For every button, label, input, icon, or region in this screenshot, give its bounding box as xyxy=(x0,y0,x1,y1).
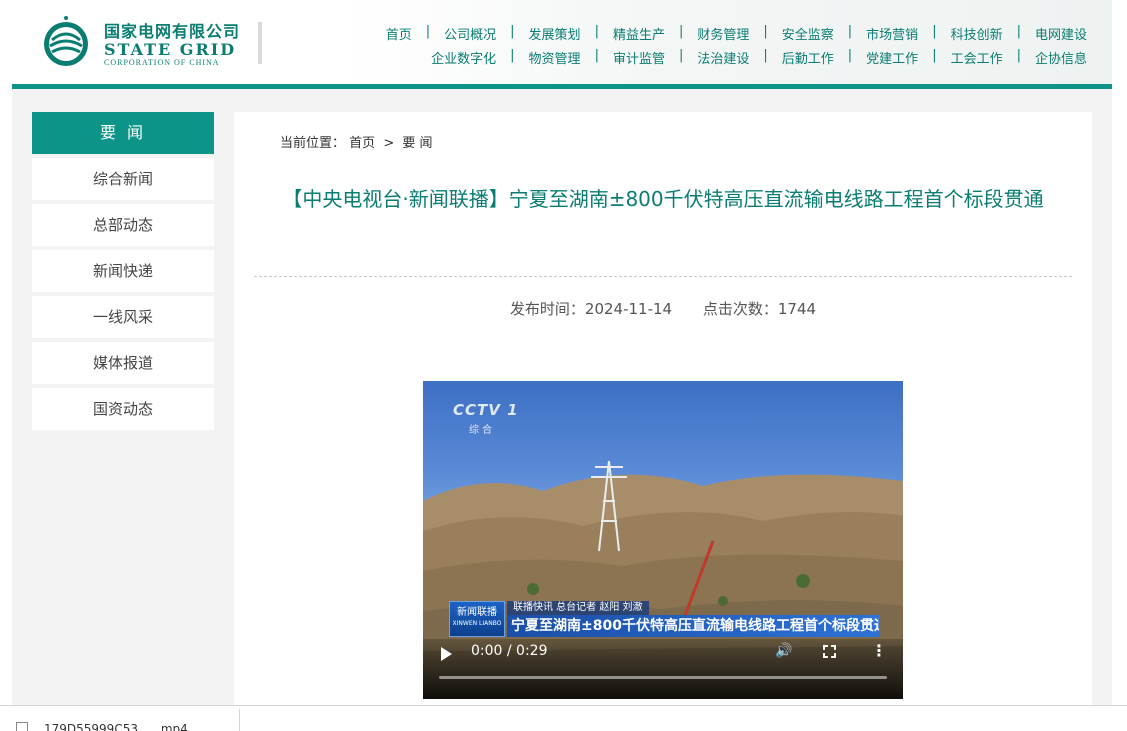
more-options-icon[interactable]: ⋮ xyxy=(871,641,887,660)
nav-union[interactable]: 工会工作 xyxy=(951,48,1003,67)
nav-development-planning[interactable]: 发展策划 xyxy=(529,24,581,43)
file-icon xyxy=(16,722,28,731)
publish-time: 发布时间：2024-11-14 xyxy=(509,300,673,318)
program-logo: 新闻联播 XINWEN LIANBO xyxy=(449,601,505,637)
news-ticker: 新闻联播 XINWEN LIANBO 联播快讯 总台记者 赵阳 刘澈 宁夏至湖南… xyxy=(449,601,879,639)
nav-separator: | xyxy=(932,48,937,63)
main-nav-row-1: 首页 | 公司概况 | 发展策划 | 精益生产 | 财务管理 | 安全监察 | … xyxy=(386,24,1087,43)
video-progress-bar[interactable] xyxy=(439,676,887,679)
nav-separator: | xyxy=(763,24,768,39)
program-logo-cn: 新闻联播 xyxy=(457,607,497,618)
sidebar-item-media-reports[interactable]: 媒体报道 xyxy=(32,342,214,384)
nav-finance[interactable]: 财务管理 xyxy=(697,24,749,43)
breadcrumb-label: 当前位置： xyxy=(280,136,346,151)
fullscreen-icon[interactable] xyxy=(823,645,836,658)
cctv-channel-sub: 综 合 xyxy=(469,425,493,436)
nav-audit[interactable]: 审计监管 xyxy=(613,48,665,67)
video-player[interactable]: CCTV 1 综 合 新闻联播 XINWEN LIANBO 联播快讯 总台记者 … xyxy=(423,381,903,699)
volume-icon[interactable]: 🔊 xyxy=(775,643,792,659)
ticker-headline: 宁夏至湖南±800千伏特高压直流输电线路工程首个标段贯通 xyxy=(507,615,879,637)
article-meta: 发布时间：2024-11-14 点击次数：1744 xyxy=(234,298,1092,319)
nav-separator: | xyxy=(425,24,431,39)
breadcrumb-separator: > xyxy=(383,136,395,151)
video-time: 0:00 / 0:29 xyxy=(471,643,548,659)
logo-text: 国家电网有限公司 STATE GRID CORPORATION OF CHINA xyxy=(104,22,240,68)
logo-divider xyxy=(258,22,262,64)
nav-separator: | xyxy=(1016,24,1021,39)
sidebar: 要 闻 综合新闻 总部动态 新闻快递 一线风采 媒体报道 国资动态 xyxy=(32,112,214,430)
download-file-name: 179D55999C53......mp4 xyxy=(44,722,188,731)
nav-logistics[interactable]: 后勤工作 xyxy=(782,48,834,67)
article-panel: 当前位置： 首页 > 要 闻 【中央电视台·新闻联播】宁夏至湖南±800千伏特高… xyxy=(234,112,1092,712)
breadcrumb-current[interactable]: 要 闻 xyxy=(402,136,432,151)
sidebar-item-hq-news[interactable]: 总部动态 xyxy=(32,204,214,246)
sidebar-item-general-news[interactable]: 综合新闻 xyxy=(32,158,214,200)
nav-separator: | xyxy=(1016,48,1021,63)
nav-separator: | xyxy=(847,24,853,39)
nav-lean-production[interactable]: 精益生产 xyxy=(613,24,665,43)
nav-separator: | xyxy=(678,24,684,39)
nav-separator: | xyxy=(678,48,684,63)
nav-party-building[interactable]: 党建工作 xyxy=(866,48,918,67)
nav-digitalization[interactable]: 企业数字化 xyxy=(431,48,496,67)
title-divider xyxy=(254,276,1072,277)
nav-marketing[interactable]: 市场营销 xyxy=(866,24,918,43)
cctv-channel-logo: CCTV 1 xyxy=(453,401,519,419)
nav-separator: | xyxy=(932,24,937,39)
play-icon[interactable] xyxy=(441,647,452,661)
nav-separator: | xyxy=(763,48,768,63)
nav-legal[interactable]: 法治建设 xyxy=(697,48,749,67)
logo-english-name: STATE GRID xyxy=(104,40,237,59)
nav-home[interactable]: 首页 xyxy=(386,24,412,43)
main-nav-row-2: 企业数字化 | 物资管理 | 审计监管 | 法治建设 | 后勤工作 | 党建工作… xyxy=(431,48,1087,67)
nav-separator: | xyxy=(510,24,515,39)
video-controls: 0:00 / 0:29 🔊 ⋮ xyxy=(423,639,903,699)
nav-separator: | xyxy=(510,48,515,63)
nav-separator: | xyxy=(847,48,853,63)
article-title: 【中央电视台·新闻联播】宁夏至湖南±800千伏特高压直流输电线路工程首个标段贯通 xyxy=(282,187,1044,211)
nav-materials[interactable]: 物资管理 xyxy=(529,48,581,67)
ticker-top-line: 联播快讯 总台记者 赵阳 刘澈 xyxy=(507,601,649,615)
breadcrumb-home[interactable]: 首页 xyxy=(349,136,375,151)
sidebar-item-news-express[interactable]: 新闻快递 xyxy=(32,250,214,292)
state-grid-logo-icon[interactable] xyxy=(40,14,92,70)
breadcrumb: 当前位置： 首页 > 要 闻 xyxy=(280,132,433,151)
program-logo-en: XINWEN LIANBO xyxy=(452,620,502,627)
logo-subtitle: CORPORATION OF CHINA xyxy=(104,58,220,67)
nav-technology[interactable]: 科技创新 xyxy=(951,24,1003,43)
logo-chinese-name: 国家电网有限公司 xyxy=(104,22,241,41)
nav-enterprise-association[interactable]: 企协信息 xyxy=(1035,48,1087,67)
sidebar-item-frontline[interactable]: 一线风采 xyxy=(32,296,214,338)
sidebar-heading[interactable]: 要 闻 xyxy=(32,112,214,154)
nav-separator: | xyxy=(594,24,599,39)
hit-count: 点击次数：1744 xyxy=(702,300,817,318)
sidebar-item-sasac-news[interactable]: 国资动态 xyxy=(32,388,214,430)
nav-company-overview[interactable]: 公司概况 xyxy=(444,24,496,43)
download-bar: 179D55999C53......mp4 xyxy=(0,705,1127,731)
nav-safety[interactable]: 安全监察 xyxy=(782,24,834,43)
nav-separator: | xyxy=(594,48,599,63)
nav-grid-construction[interactable]: 电网建设 xyxy=(1035,24,1087,43)
